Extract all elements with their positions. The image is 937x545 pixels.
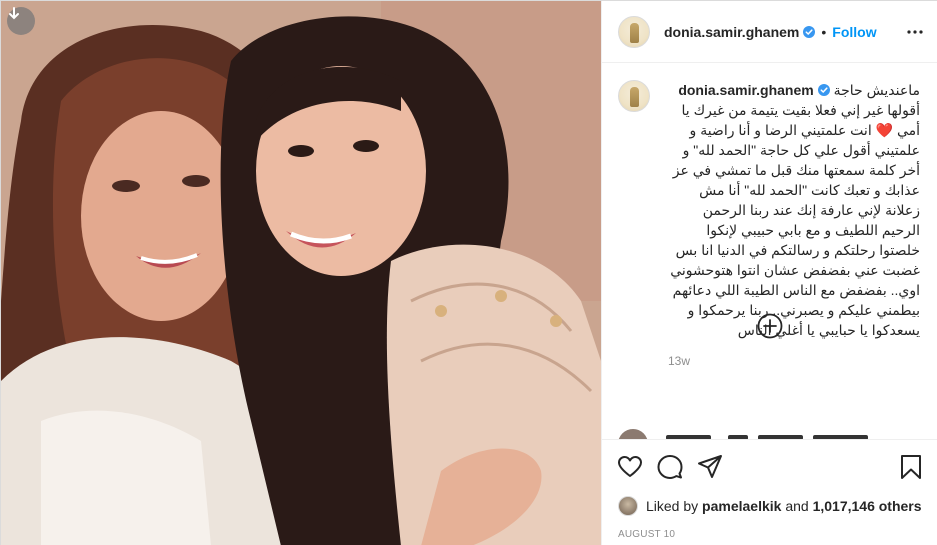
verified-badge-icon (817, 84, 830, 96)
caption-line1: ماعنديش حاجة (833, 82, 920, 98)
caption-username[interactable]: donia.samir.ghanem (678, 82, 830, 98)
share-icon[interactable] (697, 454, 723, 480)
likes-and: and (785, 498, 809, 514)
likes-count[interactable]: 1,017,146 others (813, 498, 922, 514)
caption-body: ماعنديش حاجة donia.samir.ghanem أقولها غ… (668, 80, 920, 340)
bookmark-icon[interactable] (898, 454, 924, 480)
verified-badge-icon (803, 25, 816, 38)
action-bar (602, 439, 937, 495)
caption-avatar[interactable] (618, 80, 650, 112)
post-age[interactable]: 13w (668, 354, 923, 368)
commenter-avatar (618, 429, 648, 439)
likes-summary[interactable]: Liked by pamelaelkik and 1,017,146 other… (618, 496, 922, 516)
partial-comment (618, 429, 923, 439)
comments-section[interactable]: ماعنديش حاجة donia.samir.ghanem أقولها غ… (602, 64, 937, 424)
add-comment-icon[interactable] (757, 313, 783, 339)
comment-icon[interactable] (657, 454, 683, 480)
download-button[interactable] (7, 7, 35, 35)
avatar[interactable] (618, 15, 650, 48)
post-photo[interactable] (1, 1, 601, 545)
photo-illustration (1, 1, 601, 545)
heart-icon[interactable] (617, 454, 643, 480)
download-arrow-icon (9, 7, 19, 20)
caption-line2b: انت علمتيني الرضا و أنا راضية و علمتيني … (670, 122, 920, 338)
red-heart-emoji: ❤️ (875, 122, 894, 138)
header-username[interactable]: donia.samir.ghanem (664, 24, 799, 40)
separator-dot: • (821, 23, 827, 40)
liker-avatar[interactable] (618, 496, 638, 516)
post-date[interactable]: AUGUST 10 (618, 529, 675, 540)
post-details-panel: donia.samir.ghanem • Follow ماعنديش حاجة… (601, 1, 937, 545)
follow-button[interactable]: Follow (832, 24, 876, 40)
more-options-icon[interactable] (907, 24, 923, 40)
post-header: donia.samir.ghanem • Follow (602, 1, 937, 63)
liker-username[interactable]: pamelaelkik (702, 498, 781, 514)
caption-row: ماعنديش حاجة donia.samir.ghanem أقولها غ… (618, 80, 923, 340)
likes-prefix: Liked by (646, 498, 699, 514)
post-frame: donia.samir.ghanem • Follow ماعنديش حاجة… (0, 0, 937, 545)
